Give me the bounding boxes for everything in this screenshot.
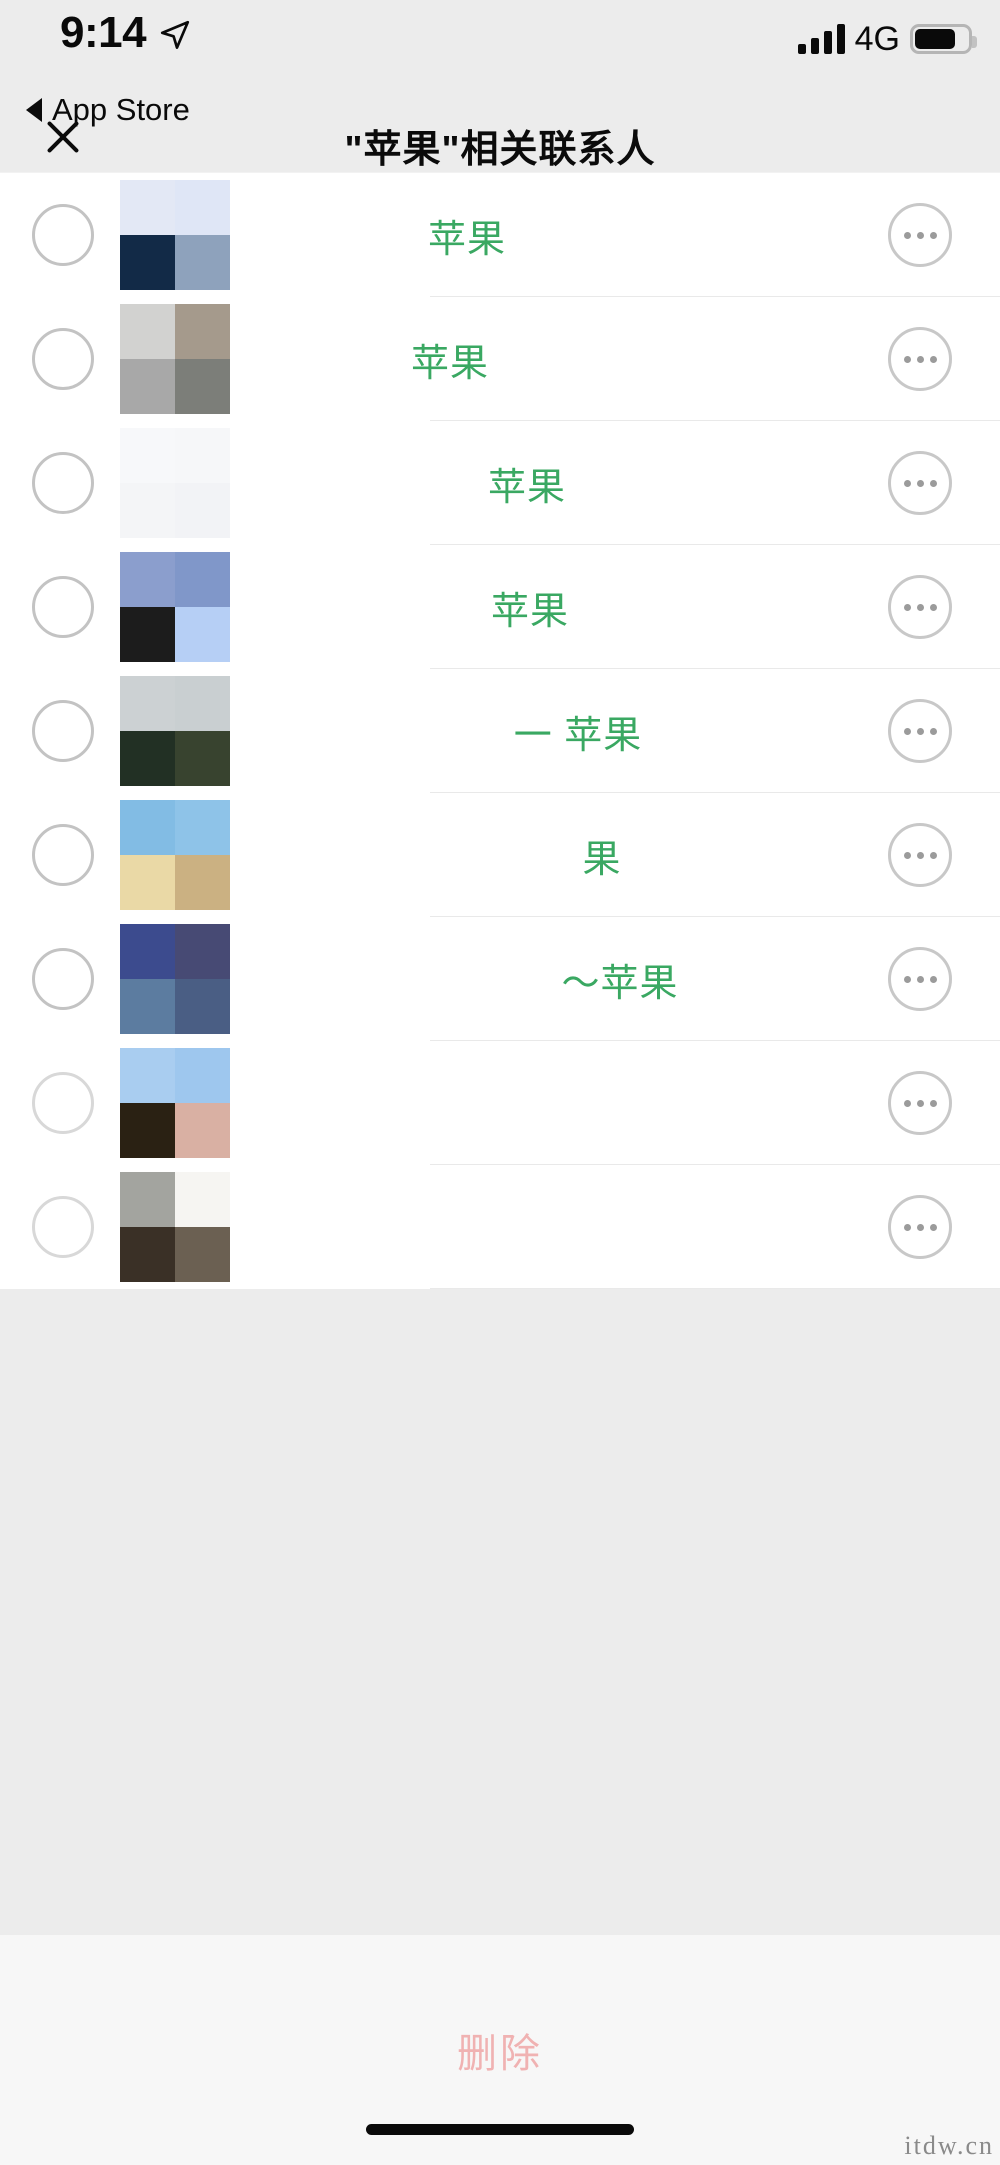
contact-name-area: ～苹果 xyxy=(256,917,888,1041)
status-bar-time: 9:14 xyxy=(60,8,147,57)
contact-name-area: 苹果 xyxy=(256,545,888,669)
ellipsis-icon[interactable] xyxy=(888,1195,952,1259)
ellipsis-icon[interactable] xyxy=(888,699,952,763)
ellipsis-icon[interactable] xyxy=(888,947,952,1011)
circle-checkbox-icon[interactable] xyxy=(32,1196,94,1258)
contact-row[interactable]: 一 苹果 xyxy=(0,669,1000,793)
circle-checkbox-icon[interactable] xyxy=(32,700,94,762)
contact-list: 苹果 苹果 苹果 苹果一 苹果果～苹果 xyxy=(0,173,1000,1289)
avatar[interactable] xyxy=(94,297,256,421)
contact-row[interactable] xyxy=(0,1041,1000,1165)
ellipsis-icon[interactable] xyxy=(888,451,952,515)
contact-row[interactable]: 苹果 xyxy=(0,173,1000,297)
status-bar: 9:14 4G xyxy=(0,0,1000,96)
contact-name: ～苹果 xyxy=(561,962,679,1005)
contact-name: 苹果 xyxy=(410,342,489,385)
ellipsis-icon[interactable] xyxy=(888,327,952,391)
contact-name: 苹果 xyxy=(490,590,569,633)
page-title: "苹果"相关联系人 xyxy=(344,129,656,171)
delete-button[interactable]: 删除 xyxy=(457,2021,543,2079)
contact-name-area xyxy=(256,1165,888,1289)
ellipsis-icon[interactable] xyxy=(888,1071,952,1135)
location-arrow-icon xyxy=(160,20,190,49)
circle-checkbox-icon[interactable] xyxy=(32,204,94,266)
contact-name-area: 苹果 xyxy=(256,297,888,421)
contact-row[interactable]: 苹果 xyxy=(0,421,1000,545)
circle-checkbox-icon[interactable] xyxy=(32,824,94,886)
avatar[interactable] xyxy=(94,421,256,545)
contact-name-area: 苹果 xyxy=(256,421,888,545)
contact-name: 一 苹果 xyxy=(513,714,643,757)
avatar[interactable] xyxy=(94,793,256,917)
avatar[interactable] xyxy=(94,669,256,793)
ellipsis-icon[interactable] xyxy=(888,203,952,267)
avatar[interactable] xyxy=(94,1041,256,1165)
signal-bars-icon xyxy=(797,24,845,54)
home-indicator xyxy=(366,2124,634,2135)
circle-checkbox-icon[interactable] xyxy=(32,948,94,1010)
contact-name: 果 xyxy=(582,838,622,881)
contact-row[interactable]: ～苹果 xyxy=(0,917,1000,1041)
contact-name-area: 一 苹果 xyxy=(256,669,888,793)
circle-checkbox-icon[interactable] xyxy=(32,1072,94,1134)
contact-name: 苹果 xyxy=(427,218,506,261)
contact-row[interactable]: 苹果 xyxy=(0,297,1000,421)
navigation-header: "苹果"相关联系人 xyxy=(0,120,1000,172)
contact-name-area: 果 xyxy=(256,793,888,917)
contact-row[interactable]: 苹果 xyxy=(0,545,1000,669)
contact-name: 苹果 xyxy=(487,466,566,509)
contact-row[interactable]: 果 xyxy=(0,793,1000,917)
network-type-label: 4G xyxy=(854,20,900,58)
circle-checkbox-icon[interactable] xyxy=(32,328,94,390)
avatar[interactable] xyxy=(94,173,256,297)
battery-icon xyxy=(910,24,977,54)
circle-checkbox-icon[interactable] xyxy=(32,452,94,514)
list-bottom-gap xyxy=(0,1289,1000,1935)
contact-name-area xyxy=(256,1041,888,1165)
watermark: itdw.cn xyxy=(904,2131,994,2160)
avatar[interactable] xyxy=(94,545,256,669)
status-bar-indicators: 4G xyxy=(797,20,977,58)
ellipsis-icon[interactable] xyxy=(888,575,952,639)
avatar[interactable] xyxy=(94,1165,256,1289)
avatar[interactable] xyxy=(94,917,256,1041)
ellipsis-icon[interactable] xyxy=(888,823,952,887)
contact-name-area: 苹果 xyxy=(256,173,888,297)
contact-row[interactable] xyxy=(0,1165,1000,1289)
circle-checkbox-icon[interactable] xyxy=(32,576,94,638)
